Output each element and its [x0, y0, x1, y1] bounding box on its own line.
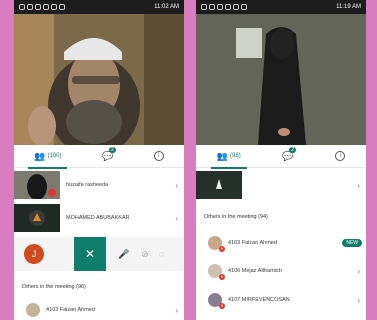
people-count: (100): [47, 153, 62, 159]
new-tag: NEW: [342, 239, 362, 247]
pinned-participant-row[interactable]: huzaifa rasheeda ›: [14, 170, 184, 200]
others-header: Others in the meeting (94): [204, 214, 268, 220]
chevron-right-icon: ›: [357, 266, 360, 276]
speaker-video[interactable]: [14, 14, 184, 145]
badge: 5: [219, 303, 225, 309]
tab-chat[interactable]: 💬 2: [282, 146, 297, 162]
people-icon: 👥: [34, 150, 46, 161]
chevron-right-icon: ›: [175, 180, 178, 190]
pinned-participant-row[interactable]: ›: [196, 170, 366, 200]
hand-icon[interactable]: ◌: [159, 249, 164, 259]
info-icon: i: [153, 151, 164, 161]
speaker-video[interactable]: [196, 14, 366, 145]
list-item[interactable]: 5 4106 Mejaz Althamish ›: [196, 258, 366, 284]
badge: 5: [219, 274, 225, 280]
close-icon: ✕: [84, 247, 96, 261]
participant-thumbnail: [14, 171, 60, 199]
avatar: 5: [208, 264, 225, 280]
tab-info[interactable]: i: [335, 151, 346, 161]
chat-badge: 2: [109, 146, 116, 153]
camera-off-icon[interactable]: ⊘: [141, 249, 149, 260]
participant-name: 4103 Faizan Ahmed: [228, 240, 277, 246]
chevron-right-icon: ›: [357, 295, 360, 305]
avatar: 5: [208, 293, 225, 309]
self-avatar: J: [24, 244, 44, 264]
status-bar: 11:19 AM: [196, 0, 366, 14]
others-header: Others in the meeting (96): [22, 284, 86, 290]
chevron-right-icon: ›: [357, 180, 360, 190]
people-count: (98): [230, 153, 241, 159]
tab-people[interactable]: 👥 (100): [28, 150, 68, 169]
participant-name: MOHAMED ABUBAKKAR: [66, 215, 130, 221]
tab-people[interactable]: 👥 (98): [210, 150, 247, 169]
meeting-tabs: 👥 (100) 💬 2 i: [14, 145, 184, 169]
chat-badge: 2: [289, 146, 297, 153]
tab-chat[interactable]: 💬 2: [102, 146, 116, 162]
avatar: [26, 303, 40, 317]
phone-screen-right: 11:19 AM 👥 (98) 💬 2 i › Others in the me…: [196, 0, 366, 320]
notification-icons: [196, 4, 336, 10]
badge: 5: [219, 246, 225, 252]
participant-name: 4107 MIRFEVENCOSAN: [228, 297, 290, 303]
status-time: 11:02 AM: [154, 4, 179, 10]
meeting-tabs: 👥 (98) 💬 2 i: [196, 145, 366, 169]
chevron-right-icon: ›: [175, 305, 178, 315]
tab-info[interactable]: i: [153, 151, 164, 161]
mic-icon[interactable]: 🎤: [118, 249, 129, 260]
list-item[interactable]: 5 4107 MIRFEVENCOSAN ›: [196, 287, 366, 313]
info-icon: i: [335, 151, 346, 161]
participant-controls: J ✕ 🎤 ⊘ ◌: [14, 237, 184, 271]
close-button[interactable]: ✕: [74, 237, 106, 271]
people-icon: 👥: [216, 150, 229, 161]
chevron-right-icon: ›: [175, 213, 178, 223]
notification-icons: [14, 4, 154, 10]
phone-screen-left: 11:02 AM 👥 (100) 💬 2 i huzaifa rasheeda …: [14, 0, 184, 320]
avatar: 5: [208, 236, 225, 252]
participant-thumbnail: [196, 171, 242, 199]
participant-thumbnail: [14, 204, 60, 232]
participant-name: huzaifa rasheeda: [66, 182, 109, 188]
list-item[interactable]: 5 4103 Faizan Ahmed NEW: [196, 230, 366, 256]
status-bar: 11:02 AM: [14, 0, 184, 14]
status-time: 11:19 AM: [336, 4, 361, 10]
pinned-participant-row[interactable]: MOHAMED ABUBAKKAR ›: [14, 203, 184, 233]
list-item[interactable]: 4103 Faizan Ahmed ›: [14, 300, 184, 320]
participant-name: 4103 Faizan Ahmed: [46, 307, 95, 313]
participant-name: 4106 Mejaz Althamish: [228, 268, 282, 274]
